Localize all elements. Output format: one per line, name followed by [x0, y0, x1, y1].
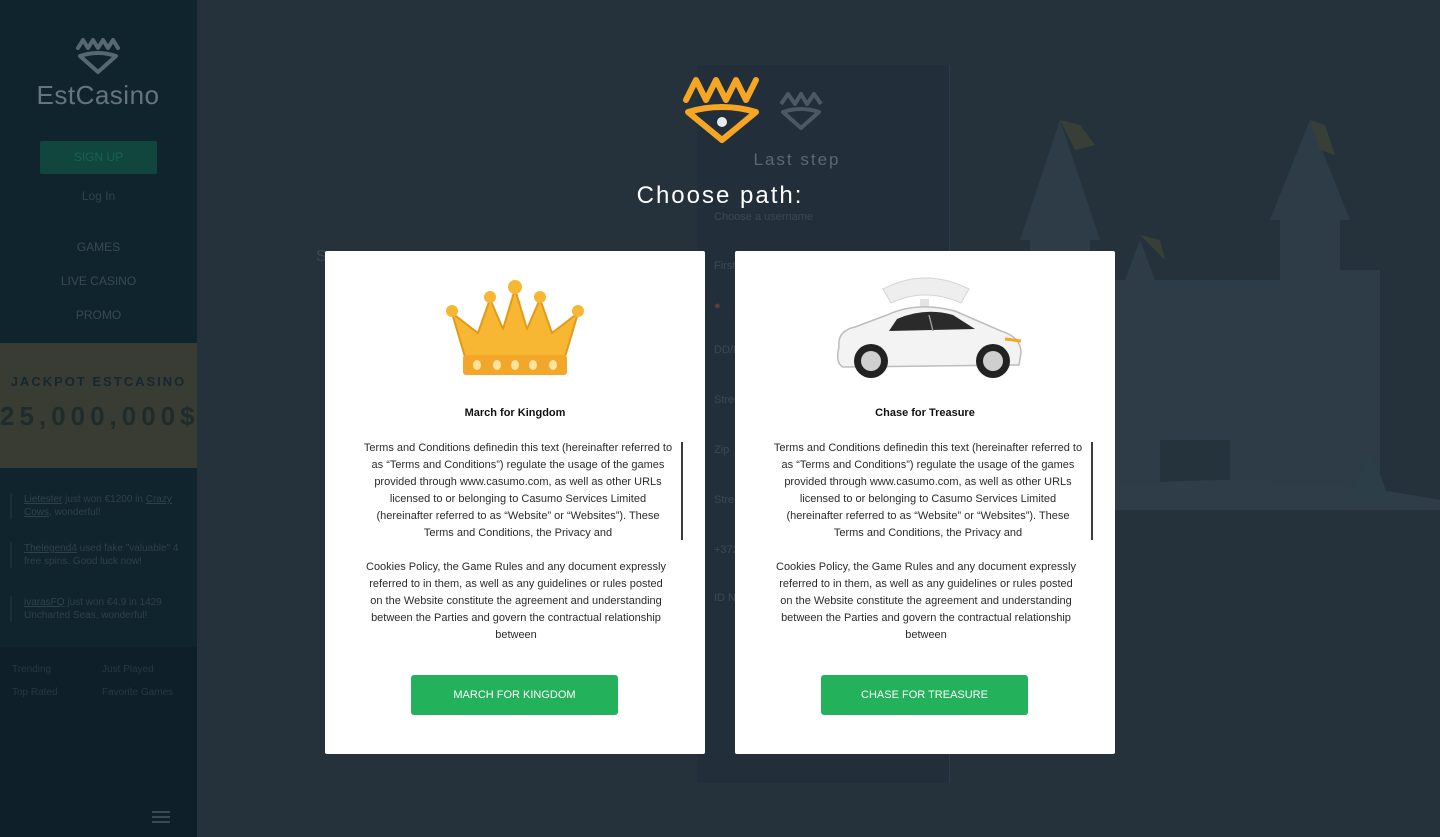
crown-icon	[446, 280, 584, 375]
chase-for-treasure-button[interactable]: CHASE FOR TREASURE	[821, 675, 1028, 715]
background-logo-icon	[779, 92, 823, 130]
terms-text-continued: Cookies Policy, the Game Rules and any d…	[366, 561, 666, 641]
estcasino-heart-logo-icon	[683, 77, 759, 143]
terms-scrollbar[interactable]	[1091, 442, 1093, 540]
terms-text: Terms and Conditions definedin this text…	[363, 442, 673, 539]
terms-scrollbar[interactable]	[681, 442, 683, 540]
car-icon	[836, 277, 1022, 378]
path-card-treasure: Chase for Treasure Terms and Conditions …	[735, 251, 1115, 754]
card-title: Chase for Treasure	[875, 407, 975, 419]
terms-scroll-area[interactable]: Terms and Conditions definedin this text…	[363, 440, 683, 540]
modal-title: Choose path:	[636, 182, 804, 209]
march-for-kingdom-button[interactable]: MARCH FOR KINGDOM	[411, 675, 618, 715]
terms-text: Terms and Conditions definedin this text…	[773, 442, 1083, 539]
path-card-kingdom: March for Kingdom Terms and Conditions d…	[325, 251, 705, 754]
terms-text-continued: Cookies Policy, the Game Rules and any d…	[776, 561, 1076, 641]
terms-scroll-area[interactable]: Terms and Conditions definedin this text…	[773, 440, 1093, 540]
card-title: March for Kingdom	[464, 407, 566, 419]
